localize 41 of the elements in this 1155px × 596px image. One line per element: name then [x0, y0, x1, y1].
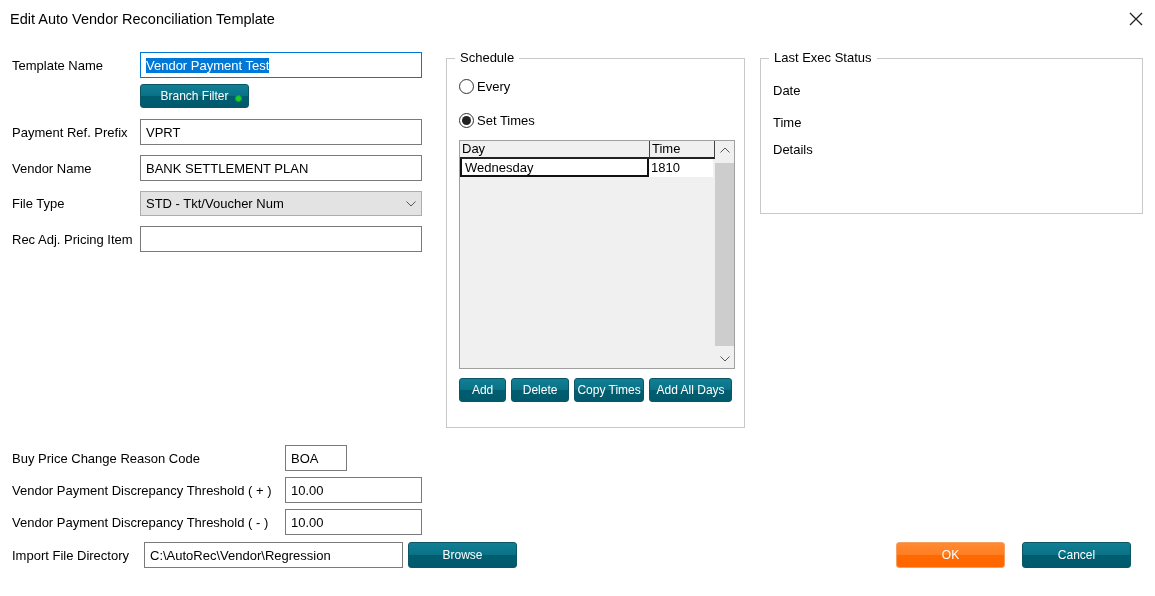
field-label: Buy Price Change Reason Code [12, 450, 201, 466]
dropdown[interactable]: STD - Tkt/Voucher Num [140, 191, 422, 216]
window-title: Edit Auto Vendor Reconciliation Template [10, 11, 275, 27]
field-label: Vendor Name [12, 160, 93, 176]
input-field[interactable]: 10.00 [285, 509, 422, 535]
status-label: Time [773, 115, 803, 131]
table-cell[interactable]: Wednesday [460, 159, 649, 177]
input-field[interactable]: BANK SETTLEMENT PLAN [140, 155, 422, 181]
input-field[interactable]: Vendor Payment Test [140, 52, 422, 78]
radio-label[interactable]: Set Times [477, 112, 535, 128]
field-label: Vendor Payment Discrepancy Threshold ( + ) [12, 482, 273, 498]
radio-label[interactable]: Every [477, 78, 511, 94]
field-label: Import File Directory [12, 547, 131, 563]
browse-button[interactable]: Browse [408, 542, 517, 568]
field-label: Template Name [12, 57, 105, 73]
chevron-up-icon[interactable] [719, 147, 730, 153]
chevron-down-icon [406, 200, 416, 207]
schedule-button[interactable]: Delete [511, 378, 569, 402]
schedule-button[interactable]: Add [459, 378, 507, 402]
field-label: Payment Ref. Prefix [12, 124, 129, 140]
column-header[interactable]: Time [650, 141, 715, 159]
status-label: Details [773, 142, 814, 158]
schedule-button[interactable]: Add All Days [649, 378, 732, 402]
input-field[interactable]: BOA [285, 445, 347, 471]
radio-button[interactable] [459, 112, 474, 128]
input-field[interactable]: VPRT [140, 119, 422, 145]
column-header[interactable]: Day [460, 141, 650, 159]
schedule-button[interactable]: Copy Times [573, 378, 645, 402]
radio-button[interactable] [459, 78, 474, 94]
input-field[interactable]: C:\AutoRec\Vendor\Regression [144, 542, 403, 568]
table-cell[interactable]: 1810 [649, 159, 713, 177]
input-field[interactable]: 10.00 [285, 477, 422, 503]
branch-filter-button[interactable]: Branch Filter [140, 84, 249, 108]
field-label: File Type [12, 196, 66, 211]
close-icon[interactable] [1129, 12, 1143, 26]
field-label: Rec Adj. Pricing Item [12, 231, 134, 247]
status-label: Date [773, 83, 802, 99]
input-field[interactable] [140, 226, 422, 252]
chevron-down-icon[interactable] [719, 356, 730, 362]
cancel-button[interactable]: Cancel [1022, 542, 1131, 568]
field-label: Vendor Payment Discrepancy Threshold ( - ) [12, 514, 270, 530]
